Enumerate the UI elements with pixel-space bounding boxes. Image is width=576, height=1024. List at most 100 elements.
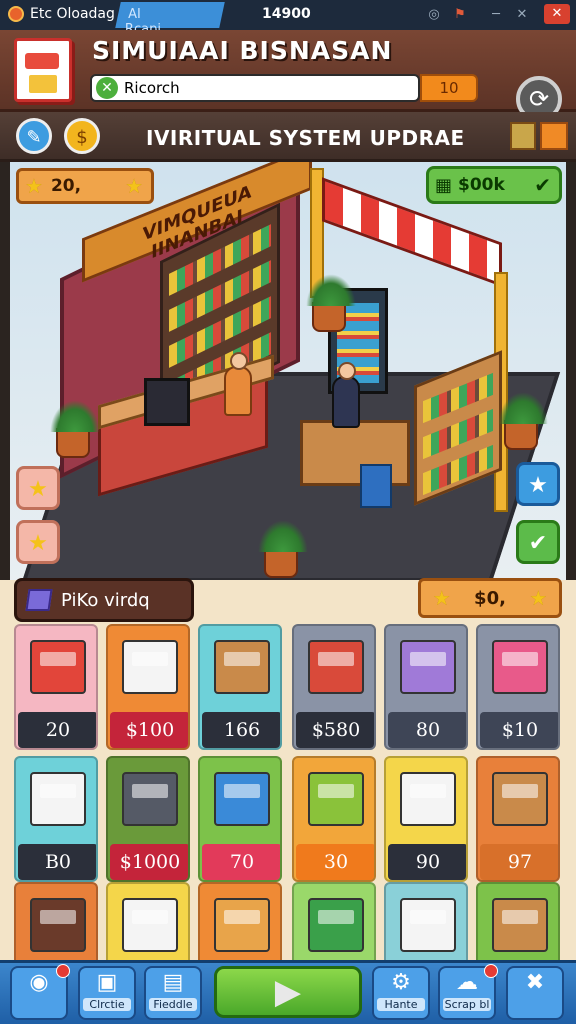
store-scene[interactable]: VIMQUEUA IINANBAI ★ 20, ★ ▦ $00k ✔ bbox=[10, 162, 566, 580]
close-button[interactable]: ✕ bbox=[544, 4, 570, 24]
shop-item-card[interactable]: 90 bbox=[384, 756, 468, 882]
shop-item-card[interactable]: $10 bbox=[476, 624, 560, 750]
game-header: SIMUIAAI BISNASAN ✕ 10 ⟳ bbox=[0, 30, 576, 122]
cash-value: $00k bbox=[458, 175, 505, 195]
gear-icon: ⚙ bbox=[391, 970, 411, 995]
clock-readout: 14900 bbox=[262, 6, 311, 22]
category-tab[interactable]: PiKo virdq bbox=[14, 578, 194, 622]
potted-plant bbox=[50, 400, 100, 458]
shop-item-card[interactable]: $580 bbox=[292, 624, 376, 750]
record-icon[interactable]: ◎ bbox=[426, 7, 442, 23]
cash-counter[interactable]: ▦ $00k ✔ bbox=[426, 166, 562, 204]
star-icon: ★ bbox=[28, 531, 48, 556]
category-label: PiKo virdq bbox=[61, 589, 150, 611]
star-icon: ★ bbox=[529, 586, 548, 610]
clerk-character[interactable] bbox=[332, 362, 360, 428]
shop-item-card[interactable]: 20 bbox=[14, 624, 98, 750]
snack-box-icon bbox=[308, 640, 364, 694]
coin-icon[interactable]: $ bbox=[64, 118, 100, 154]
category-value[interactable]: ★ $0, ★ bbox=[418, 578, 562, 618]
shop-item-card[interactable] bbox=[476, 882, 560, 960]
search-input[interactable] bbox=[124, 79, 404, 97]
tab-ai[interactable]: AIRcapi bbox=[115, 2, 225, 37]
green-box-icon bbox=[308, 772, 364, 826]
nav-tools[interactable]: ✖ bbox=[506, 966, 564, 1020]
status-bar: Etc Oloadag AIRcapi 14900 ◎ ⚑ ─ ✕ ✕ bbox=[0, 0, 576, 37]
safe-coins-icon bbox=[122, 772, 178, 826]
shop-item-card[interactable] bbox=[292, 882, 376, 960]
window-minimize-icon[interactable]: ─ bbox=[488, 7, 504, 23]
item-shop-grid: 20 $100 166 $580 80 $10 B0 $1000 70 30 90 97 bbox=[0, 624, 576, 960]
goods-shelf-icon bbox=[492, 772, 548, 826]
category-amount: $0, bbox=[474, 587, 506, 609]
play-button[interactable]: ▶ bbox=[214, 966, 362, 1018]
white-box-icon bbox=[122, 640, 178, 694]
star-button[interactable]: ★ bbox=[16, 466, 60, 510]
shop-item-card[interactable]: B0 bbox=[14, 756, 98, 882]
confirm-button[interactable]: ✔ bbox=[516, 520, 560, 564]
nav-label: Scrap bl bbox=[443, 998, 491, 1011]
star-icon: ★ bbox=[25, 174, 43, 198]
search-bar[interactable]: ✕ bbox=[90, 74, 420, 102]
item-price: 30 bbox=[296, 844, 374, 880]
shop-item-card[interactable]: 70 bbox=[198, 756, 282, 882]
shop-item-card[interactable]: 80 bbox=[384, 624, 468, 750]
produce-crate-icon bbox=[492, 898, 548, 952]
tools-icon: ✖ bbox=[525, 970, 545, 995]
shop-item-card[interactable]: $100 bbox=[106, 624, 190, 750]
shop-item-card[interactable] bbox=[198, 882, 282, 960]
nav-create[interactable]: ▣ Clrctie bbox=[78, 966, 136, 1020]
cooler-box-icon bbox=[30, 772, 86, 826]
item-price: 80 bbox=[388, 712, 466, 748]
shop-item-card[interactable]: $1000 bbox=[106, 756, 190, 882]
notification-badge bbox=[484, 964, 498, 978]
star-icon: ★ bbox=[28, 477, 48, 502]
search-clear-icon[interactable]: ✕ bbox=[96, 77, 118, 99]
favorite-button[interactable]: ★ bbox=[516, 462, 560, 506]
flag-icon[interactable]: ⚑ bbox=[452, 7, 468, 23]
search-count-badge[interactable]: 10 bbox=[420, 74, 478, 102]
jar-goods-icon bbox=[492, 640, 548, 694]
spray-box-icon bbox=[400, 772, 456, 826]
shop-item-card[interactable] bbox=[106, 882, 190, 960]
nav-settings[interactable]: ⚙ Hante bbox=[372, 966, 430, 1020]
potted-plant bbox=[258, 520, 308, 578]
nav-scrap[interactable]: ☁ Scrap bl bbox=[438, 964, 498, 1020]
play-icon: ▶ bbox=[274, 972, 302, 1012]
potted-plant bbox=[498, 392, 548, 450]
shop-item-card[interactable] bbox=[384, 882, 468, 960]
coin-counter[interactable]: ★ 20, ★ bbox=[16, 168, 154, 204]
nav-camera[interactable]: ◉ bbox=[10, 964, 70, 1020]
item-price: $580 bbox=[296, 712, 374, 748]
item-price: 97 bbox=[480, 844, 558, 880]
nav-label: Fieddle bbox=[149, 998, 197, 1011]
shop-item-card[interactable] bbox=[14, 882, 98, 960]
nav-label: Clrctie bbox=[83, 998, 131, 1011]
market-stall-icon bbox=[30, 640, 86, 694]
update-title: IVIRITUAL SYSTEM UPDRAE bbox=[146, 126, 465, 150]
window-close-x-icon[interactable]: ✕ bbox=[514, 7, 530, 23]
tab-label-ai: AI bbox=[128, 7, 141, 22]
shop-item-card[interactable]: 97 bbox=[476, 756, 560, 882]
pencil-icon[interactable]: ✎ bbox=[16, 118, 52, 154]
cashier-character[interactable] bbox=[224, 352, 252, 416]
nav-reddle[interactable]: ▤ Fieddle bbox=[144, 966, 202, 1020]
service-desk[interactable] bbox=[300, 420, 410, 486]
shop-item-card[interactable]: 30 bbox=[292, 756, 376, 882]
storage-box-icon bbox=[400, 898, 456, 952]
item-price: 20 bbox=[18, 712, 96, 748]
cube-icon bbox=[25, 589, 53, 611]
shop-item-card[interactable]: 166 bbox=[198, 624, 282, 750]
item-price: $1000 bbox=[110, 844, 188, 880]
gift-box-icon[interactable] bbox=[510, 122, 536, 150]
item-price: 70 bbox=[202, 844, 280, 880]
brown-box-icon bbox=[214, 898, 270, 952]
character-head bbox=[338, 362, 356, 380]
check-icon: ✔ bbox=[534, 173, 551, 197]
crate-icon[interactable] bbox=[540, 122, 568, 150]
star-button[interactable]: ★ bbox=[16, 520, 60, 564]
crate-icon bbox=[214, 640, 270, 694]
blue-crate[interactable] bbox=[360, 464, 392, 508]
store-logo bbox=[14, 38, 72, 102]
register-icon: ▤ bbox=[162, 970, 184, 995]
